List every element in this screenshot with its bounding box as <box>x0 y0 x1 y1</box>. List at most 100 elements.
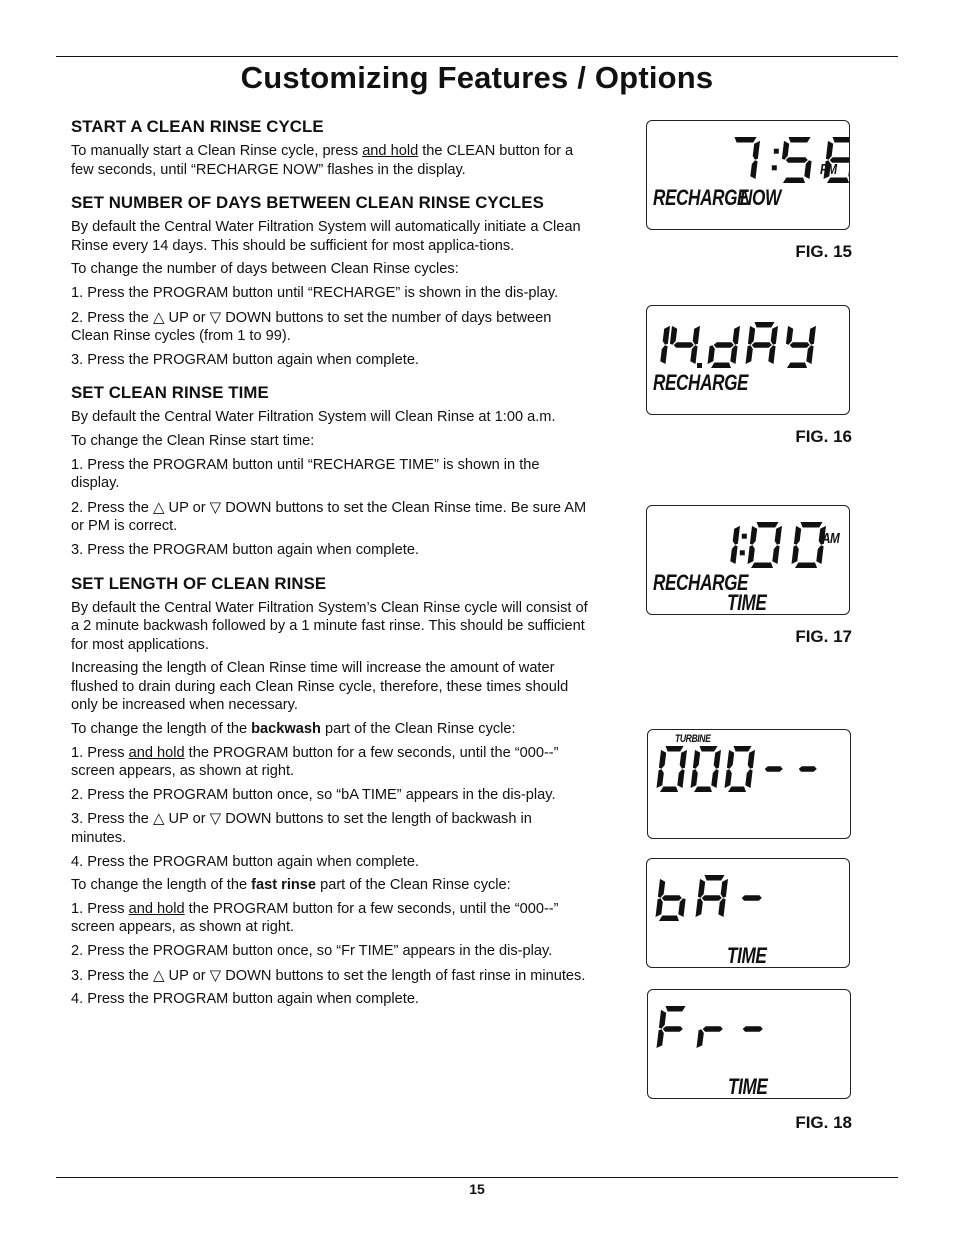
segment-d <box>826 177 849 183</box>
segment-c <box>806 345 814 364</box>
seven-segment-readout <box>734 137 849 183</box>
step: 3. Press the PROGRAM button again when c… <box>71 541 419 558</box>
segment-c <box>816 545 824 564</box>
section-heading: SET LENGTH OF CLEAN RINSE <box>71 573 327 593</box>
text: To change the length of the <box>71 721 252 738</box>
segment-g <box>741 895 762 901</box>
text: part of the Clean Rinse cycle: <box>316 877 511 894</box>
segment-d <box>728 786 746 792</box>
segment-g <box>701 895 722 901</box>
segment-f <box>697 878 706 898</box>
segment-d <box>658 915 679 921</box>
section-set-time: SET CLEAN RINSE TIME By default the Cent… <box>71 382 591 559</box>
text: DOWN buttons to set the length of fast r… <box>221 967 586 984</box>
section-heading: SET CLEAN RINSE TIME <box>71 383 269 403</box>
text: UP or <box>164 309 210 326</box>
segment-b <box>752 140 760 160</box>
segment-c <box>677 769 685 788</box>
segment-c <box>718 898 726 917</box>
paragraph: To manually start a Clean Rinse cycle, p… <box>71 142 591 179</box>
segment-b <box>679 749 687 769</box>
segment-b <box>774 525 782 545</box>
segment-g <box>798 766 817 772</box>
seven-segment-readout <box>656 746 817 792</box>
segment-f <box>658 1009 667 1029</box>
colon-dot <box>773 148 779 154</box>
figure-caption: FIG. 17 <box>795 627 852 646</box>
segment-d <box>794 562 818 568</box>
segment-f <box>658 749 667 769</box>
segment-f <box>793 525 802 545</box>
lcd-label-time: TIME <box>728 1074 768 1099</box>
lcd-label-recharge: RECHARGE <box>653 370 749 395</box>
text: UP or <box>164 499 210 516</box>
text: To change the length of the <box>71 877 252 894</box>
segment-f <box>749 525 758 545</box>
page-number: 15 <box>469 1181 485 1197</box>
colon-dot <box>771 165 777 171</box>
segment-d <box>786 362 808 368</box>
segment-c <box>690 345 698 364</box>
text: 1. Press <box>71 744 129 761</box>
text: part of the Clean Rinse cycle: <box>320 721 516 738</box>
paragraph: By default the Central Water Filtration … <box>71 409 556 426</box>
segment-f <box>781 140 790 160</box>
emphasis-underline: and hold <box>128 744 185 761</box>
segment-a <box>788 137 811 143</box>
segment-b <box>770 325 778 345</box>
segment-c <box>711 769 719 788</box>
segment-f <box>657 878 666 898</box>
paragraph: To change the number of days between Cle… <box>71 261 459 278</box>
segment-d <box>659 786 679 792</box>
segment-a <box>704 875 725 881</box>
segment-a <box>733 746 752 752</box>
up-triangle-icon: △ <box>152 965 165 984</box>
segment-e <box>656 1029 664 1048</box>
segment-e <box>695 898 703 917</box>
emphasis-bold: fast rinse <box>251 877 317 894</box>
lcd-label-now: NOW <box>740 185 781 210</box>
segment-d <box>782 177 806 183</box>
segment-f <box>692 749 701 769</box>
step: 3. Press the △ UP or ▽ DOWN buttons to s… <box>71 809 591 847</box>
paragraph: Increasing the length of Clean Rinse tim… <box>71 660 569 714</box>
segment-b <box>808 325 816 345</box>
segment-b <box>713 749 721 769</box>
segment-g <box>673 342 694 348</box>
segment-e <box>747 545 755 564</box>
section-start-clean-rinse: START A CLEAN RINSE CYCLE To manually st… <box>71 116 591 179</box>
emphasis-bold: backwash <box>251 721 321 738</box>
step: 2. Press the △ UP or ▽ DOWN buttons to s… <box>71 308 591 346</box>
segment-b <box>732 325 740 345</box>
section-set-length: SET LENGTH OF CLEAN RINSE By default the… <box>71 573 591 1009</box>
segment-e <box>656 769 664 788</box>
segment-a <box>800 522 823 528</box>
step: 1. Press and hold the PROGRAM button for… <box>71 744 591 781</box>
lcd-display-fig18-fast-rinse: TIME <box>647 989 851 1099</box>
down-triangle-icon: ▽ <box>209 497 222 516</box>
up-triangle-icon: △ <box>152 809 165 828</box>
down-triangle-icon: ▽ <box>209 307 222 326</box>
lcd-label-time: TIME <box>727 590 767 615</box>
segment-g <box>764 766 783 772</box>
segment-e <box>696 1029 704 1048</box>
step: 3. Press the PROGRAM button again when c… <box>71 351 419 368</box>
step: 1. Press the PROGRAM button until “RECHA… <box>71 284 559 301</box>
segment-a <box>665 746 684 752</box>
segment-b <box>720 878 728 898</box>
segment-f <box>825 140 834 160</box>
segment-a <box>754 322 775 328</box>
lcd-display-fig18-backwash: TIME <box>646 858 850 968</box>
segment-c <box>804 160 812 179</box>
segment-c <box>660 345 668 364</box>
text: 2. Press the <box>71 499 153 516</box>
step: 3. Press the △ UP or ▽ DOWN buttons to s… <box>71 966 591 986</box>
lcd-suffix-pm: PM <box>820 161 837 178</box>
segment-c <box>730 345 738 364</box>
lcd-display-fig18-turbine: TURBINE <box>647 729 851 839</box>
paragraph: By default the Central Water Filtration … <box>71 219 581 254</box>
lcd-display-fig15: PM RECHARGE NOW <box>646 120 850 230</box>
segment-c <box>745 769 753 788</box>
segment-c <box>848 170 849 177</box>
top-rule <box>56 56 898 57</box>
